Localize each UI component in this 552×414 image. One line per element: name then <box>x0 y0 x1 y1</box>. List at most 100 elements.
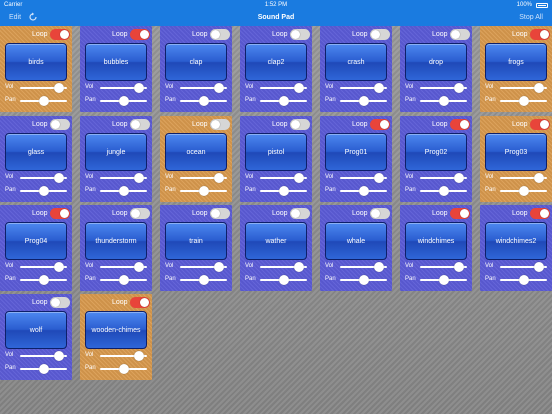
vol-slider-thumb[interactable] <box>134 173 144 183</box>
pan-slider-thumb[interactable] <box>198 275 209 285</box>
play-sound-button[interactable]: whale <box>325 222 387 260</box>
play-sound-button[interactable]: wooden-chimes <box>85 311 147 349</box>
vol-slider-thumb[interactable] <box>54 262 64 272</box>
play-sound-button[interactable]: Prog02 <box>405 133 467 171</box>
play-sound-button[interactable]: wolf <box>5 311 67 349</box>
vol-slider-thumb[interactable] <box>454 83 464 93</box>
vol-slider-thumb[interactable] <box>534 173 544 183</box>
pan-slider-thumb[interactable] <box>38 275 49 285</box>
vol-slider-thumb[interactable] <box>294 83 304 93</box>
sound-pad-card: Loop crash Vol Pan <box>320 26 392 112</box>
play-sound-button[interactable]: Prog03 <box>485 133 547 171</box>
vol-slider-thumb[interactable] <box>54 83 64 93</box>
vol-slider-thumb[interactable] <box>374 83 384 93</box>
play-sound-button[interactable]: clap <box>165 43 227 81</box>
play-sound-button[interactable]: frogs <box>485 43 547 81</box>
pan-slider-thumb[interactable] <box>358 96 369 106</box>
pan-slider-thumb[interactable] <box>118 96 129 106</box>
play-sound-button[interactable]: windchimes <box>405 222 467 260</box>
play-sound-button[interactable]: Prog04 <box>5 222 67 260</box>
pan-slider-thumb[interactable] <box>118 364 129 374</box>
pan-slider-thumb[interactable] <box>438 275 449 285</box>
pan-slider-thumb[interactable] <box>518 275 529 285</box>
pan-slider-thumb[interactable] <box>278 275 289 285</box>
loop-toggle[interactable] <box>370 208 390 219</box>
play-sound-button[interactable]: glass <box>5 133 67 171</box>
loop-toggle[interactable] <box>50 208 70 219</box>
loop-toggle[interactable] <box>530 208 550 219</box>
vol-slider-thumb[interactable] <box>454 173 464 183</box>
vol-slider-thumb[interactable] <box>534 83 544 93</box>
loop-toggle[interactable] <box>290 119 310 130</box>
vol-slider-thumb[interactable] <box>374 262 384 272</box>
stop-all-button[interactable]: Stop All <box>519 14 543 21</box>
play-sound-button[interactable]: jungle <box>85 133 147 171</box>
loop-toggle[interactable] <box>130 297 150 308</box>
vol-slider-thumb[interactable] <box>294 262 304 272</box>
play-sound-button[interactable]: train <box>165 222 227 260</box>
loop-toggle[interactable] <box>130 208 150 219</box>
pan-slider-thumb[interactable] <box>38 96 49 106</box>
loop-toggle[interactable] <box>50 119 70 130</box>
pan-slider-thumb[interactable] <box>358 275 369 285</box>
loop-toggle[interactable] <box>450 208 470 219</box>
play-sound-button[interactable]: clap2 <box>245 43 307 81</box>
pan-slider-thumb[interactable] <box>118 275 129 285</box>
vol-slider-thumb[interactable] <box>294 173 304 183</box>
loop-toggle[interactable] <box>210 29 230 40</box>
loop-label: Loop <box>352 31 368 38</box>
loop-toggle[interactable] <box>130 119 150 130</box>
sound-pad-card: Loop frogs Vol Pan <box>480 26 552 112</box>
pan-slider-thumb[interactable] <box>38 186 49 196</box>
pan-slider-thumb[interactable] <box>358 186 369 196</box>
loop-toggle[interactable] <box>50 297 70 308</box>
pan-slider-thumb[interactable] <box>518 186 529 196</box>
play-sound-button[interactable]: windchimes2 <box>485 222 547 260</box>
loop-label: Loop <box>352 210 368 217</box>
loop-label: Loop <box>32 121 48 128</box>
play-sound-button[interactable]: birds <box>5 43 67 81</box>
loop-toggle[interactable] <box>290 29 310 40</box>
loop-toggle[interactable] <box>370 119 390 130</box>
vol-slider-thumb[interactable] <box>54 173 64 183</box>
pan-slider-thumb[interactable] <box>438 96 449 106</box>
vol-slider-thumb[interactable] <box>374 173 384 183</box>
vol-slider-thumb[interactable] <box>534 262 544 272</box>
vol-slider-thumb[interactable] <box>214 262 224 272</box>
toggle-knob <box>451 30 460 39</box>
pan-slider-thumb[interactable] <box>518 96 529 106</box>
pan-slider-thumb[interactable] <box>278 186 289 196</box>
play-sound-button[interactable]: ocean <box>165 133 227 171</box>
pan-slider-thumb[interactable] <box>438 186 449 196</box>
vol-slider-thumb[interactable] <box>214 83 224 93</box>
loop-toggle[interactable] <box>290 208 310 219</box>
play-sound-button[interactable]: drop <box>405 43 467 81</box>
play-sound-button[interactable]: wather <box>245 222 307 260</box>
loop-toggle[interactable] <box>210 119 230 130</box>
play-sound-button[interactable]: thunderstorm <box>85 222 147 260</box>
play-sound-button[interactable]: Prog01 <box>325 133 387 171</box>
play-sound-button[interactable]: bubbles <box>85 43 147 81</box>
loop-toggle[interactable] <box>130 29 150 40</box>
pan-slider-thumb[interactable] <box>198 96 209 106</box>
loop-toggle[interactable] <box>530 29 550 40</box>
loop-toggle[interactable] <box>370 29 390 40</box>
pan-slider-thumb[interactable] <box>38 364 49 374</box>
pan-slider-thumb[interactable] <box>278 96 289 106</box>
play-sound-button[interactable]: pistol <box>245 133 307 171</box>
vol-slider-thumb[interactable] <box>134 351 144 361</box>
vol-label: Vol <box>325 84 334 90</box>
loop-toggle[interactable] <box>450 119 470 130</box>
play-sound-button[interactable]: crash <box>325 43 387 81</box>
vol-slider-thumb[interactable] <box>134 262 144 272</box>
vol-slider-thumb[interactable] <box>54 351 64 361</box>
vol-slider-thumb[interactable] <box>214 173 224 183</box>
loop-toggle[interactable] <box>210 208 230 219</box>
loop-toggle[interactable] <box>450 29 470 40</box>
loop-toggle[interactable] <box>50 29 70 40</box>
pan-slider-thumb[interactable] <box>198 186 209 196</box>
vol-slider-thumb[interactable] <box>454 262 464 272</box>
pan-slider-thumb[interactable] <box>118 186 129 196</box>
vol-slider-thumb[interactable] <box>134 83 144 93</box>
loop-toggle[interactable] <box>530 119 550 130</box>
